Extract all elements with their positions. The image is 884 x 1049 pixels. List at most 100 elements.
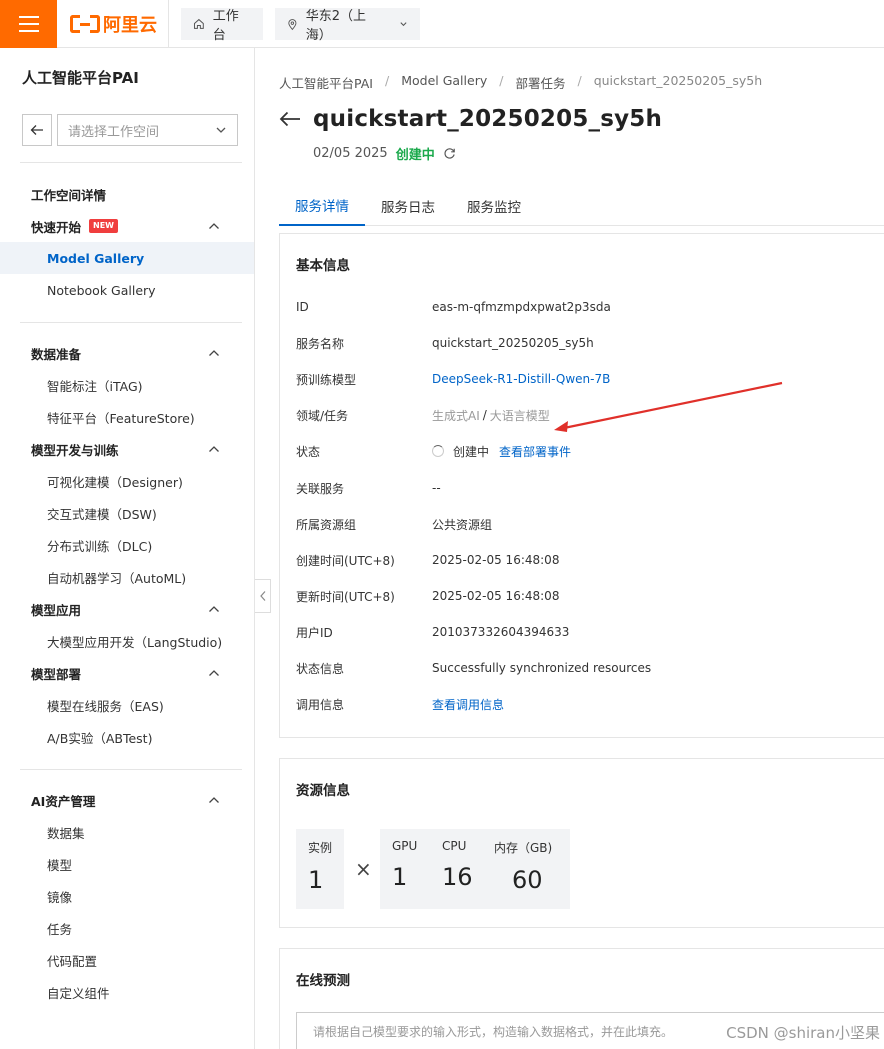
info-row-id: ID eas-m-qfmzmpdxpwat2p3sda (296, 300, 611, 314)
loading-spinner-icon (432, 445, 444, 457)
hamburger-menu-button[interactable] (0, 0, 57, 48)
task-tag: 大语言模型 (489, 408, 550, 423)
sidebar-item-images[interactable]: 镜像 (0, 880, 254, 912)
sidebar-item-designer[interactable]: 可视化建模（Designer) (0, 465, 254, 497)
sidebar: 人工智能平台PAI 请选择工作空间 工作空间详情 快速开始 NEW Model G… (0, 48, 255, 1049)
sidebar-group-model-dev[interactable]: 模型开发与训练 (0, 433, 254, 465)
breadcrumb-current: quickstart_20250205_sy5h (593, 73, 763, 88)
instances-value: 1 (308, 866, 324, 894)
chevron-down-icon (400, 22, 407, 27)
chevron-up-icon (209, 606, 219, 612)
info-row-pretrained-model: 预训练模型 DeepSeek-R1-Distill-Qwen-7B (296, 372, 611, 387)
gpu-value: 1 (392, 863, 408, 891)
pretrained-model-link[interactable]: DeepSeek-R1-Distill-Qwen-7B (432, 372, 610, 386)
sidebar-group-model-app[interactable]: 模型应用 (0, 593, 254, 625)
info-row-created-time: 创建时间(UTC+8) 2025-02-05 16:48:08 (296, 553, 560, 568)
sidebar-item-featurestore[interactable]: 特征平台（FeatureStore) (0, 401, 254, 433)
sidebar-item-langstudio[interactable]: 大模型应用开发（LangStudio) (0, 625, 254, 657)
sidebar-group-model-deploy[interactable]: 模型部署 (0, 657, 254, 689)
online-prediction-title: 在线预测 (296, 973, 350, 989)
domain-tag: 生成式AI (432, 408, 480, 423)
sidebar-divider (20, 769, 242, 770)
tab-service-details[interactable]: 服务详情 (279, 186, 365, 226)
workbench-button[interactable]: 工作台 (181, 8, 263, 43)
chevron-up-icon (209, 223, 219, 229)
sidebar-item-model-gallery[interactable]: Model Gallery (0, 242, 254, 274)
info-row-status-message: 状态信息 Successfully synchronized resources (296, 661, 652, 676)
home-icon (193, 18, 204, 29)
resource-info-title: 资源信息 (296, 783, 350, 799)
instances-box: 实例 1 (296, 829, 344, 909)
status-text: 创建中 (395, 148, 435, 163)
workbench-label: 工作台 (212, 9, 239, 43)
sidebar-item-eas[interactable]: 模型在线服务（EAS) (0, 689, 254, 721)
sidebar-item-custom-components[interactable]: 自定义组件 (0, 976, 254, 1008)
cpu-value: 16 (442, 863, 473, 891)
chevron-up-icon (209, 797, 219, 803)
sidebar-divider (20, 162, 242, 163)
region-selector[interactable]: 华东2（上海） (275, 8, 420, 43)
sidebar-item-itag[interactable]: 智能标注（iTAG) (0, 369, 254, 401)
info-row-user-id: 用户ID 201037332604394633 (296, 625, 570, 640)
breadcrumb-item[interactable]: 部署任务 (515, 73, 565, 92)
info-row-resource-group: 所属资源组 公共资源组 (296, 517, 493, 532)
sidebar-item-automl[interactable]: 自动机器学习（AutoML) (0, 561, 254, 593)
resource-spec-box: GPU 1 CPU 16 内存（GB) 60 (380, 829, 570, 909)
memory-value: 60 (512, 866, 543, 894)
sidebar-item-code-config[interactable]: 代码配置 (0, 944, 254, 976)
workspace-select[interactable]: 请选择工作空间 (57, 114, 238, 146)
page-title: quickstart_20250205_sy5h (313, 106, 663, 132)
sidebar-item-dsw[interactable]: 交互式建模（DSW) (0, 497, 254, 529)
refresh-icon[interactable] (443, 147, 456, 160)
breadcrumb: 人工智能平台PAI / Model Gallery / 部署任务 / quick… (279, 73, 763, 92)
title-row: quickstart_20250205_sy5h (279, 106, 662, 132)
sidebar-item-abtest[interactable]: A/B实验（ABTest) (0, 721, 254, 753)
chevron-up-icon (209, 350, 219, 356)
sidebar-collapse-button[interactable] (255, 579, 271, 613)
sidebar-title: 人工智能平台PAI (22, 69, 139, 87)
breadcrumb-item[interactable]: Model Gallery (401, 73, 487, 92)
info-row-status: 状态 创建中 查看部署事件 (296, 443, 572, 460)
back-arrow-icon[interactable] (279, 111, 301, 127)
chevron-up-icon (209, 670, 219, 676)
sidebar-item-datasets[interactable]: 数据集 (0, 816, 254, 848)
sidebar-item-workspace-details[interactable]: 工作空间详情 (0, 178, 254, 210)
region-label: 华东2（上海） (305, 9, 367, 43)
chevron-left-icon (259, 591, 265, 601)
topbar-divider (168, 0, 169, 48)
info-row-updated-time: 更新时间(UTC+8) 2025-02-05 16:48:08 (296, 589, 560, 604)
aliyun-logo-icon (70, 15, 100, 33)
logo-text: 阿里云 (103, 15, 157, 36)
hamburger-icon (18, 16, 39, 18)
chevron-down-icon (216, 127, 226, 133)
sidebar-item-tasks[interactable]: 任务 (0, 912, 254, 944)
resource-info-card: 资源信息 实例 1 × GPU 1 CPU 16 内存（GB) 60 (279, 758, 884, 928)
top-bar: 阿里云 工作台 华东2（上海） (0, 0, 884, 48)
main-content: 人工智能平台PAI / Model Gallery / 部署任务 / quick… (271, 48, 884, 1049)
workspace-placeholder: 请选择工作空间 (68, 124, 160, 140)
info-row-invocation: 调用信息 查看调用信息 (296, 696, 505, 713)
watermark: CSDN @shiran小坚果 (726, 1024, 880, 1042)
info-row-service-name: 服务名称 quickstart_20250205_sy5h (296, 336, 594, 351)
basic-info-card: 基本信息 ID eas-m-qfmzmpdxpwat2p3sda 服务名称 qu… (279, 233, 884, 738)
workspace-back-button[interactable] (22, 114, 52, 146)
tab-service-logs[interactable]: 服务日志 (365, 186, 451, 226)
sidebar-item-models[interactable]: 模型 (0, 848, 254, 880)
status-value: 创建中 (453, 444, 490, 459)
tab-service-monitoring[interactable]: 服务监控 (451, 186, 537, 226)
sidebar-group-quickstart[interactable]: 快速开始 NEW (0, 210, 254, 242)
sidebar-group-ai-assets[interactable]: AI资产管理 (0, 784, 254, 816)
sidebar-group-data-prep[interactable]: 数据准备 (0, 337, 254, 369)
view-deploy-events-link[interactable]: 查看部署事件 (499, 443, 571, 460)
view-invocation-info-link[interactable]: 查看调用信息 (432, 696, 504, 713)
tab-bar: 服务详情 服务日志 服务监控 (279, 186, 884, 226)
sidebar-item-dlc[interactable]: 分布式训练（DLC) (0, 529, 254, 561)
aliyun-logo[interactable]: 阿里云 (70, 12, 157, 36)
breadcrumb-item[interactable]: 人工智能平台PAI (279, 73, 373, 92)
sidebar-item-notebook-gallery[interactable]: Notebook Gallery (0, 274, 254, 306)
new-badge: NEW (89, 219, 118, 233)
basic-info-title: 基本信息 (296, 258, 350, 274)
info-row-domain-task: 领域/任务 生成式AI / 大语言模型 (296, 408, 550, 423)
info-row-related-service: 关联服务 -- (296, 481, 441, 496)
status-row: 02/05 2025 创建中 (313, 144, 456, 163)
